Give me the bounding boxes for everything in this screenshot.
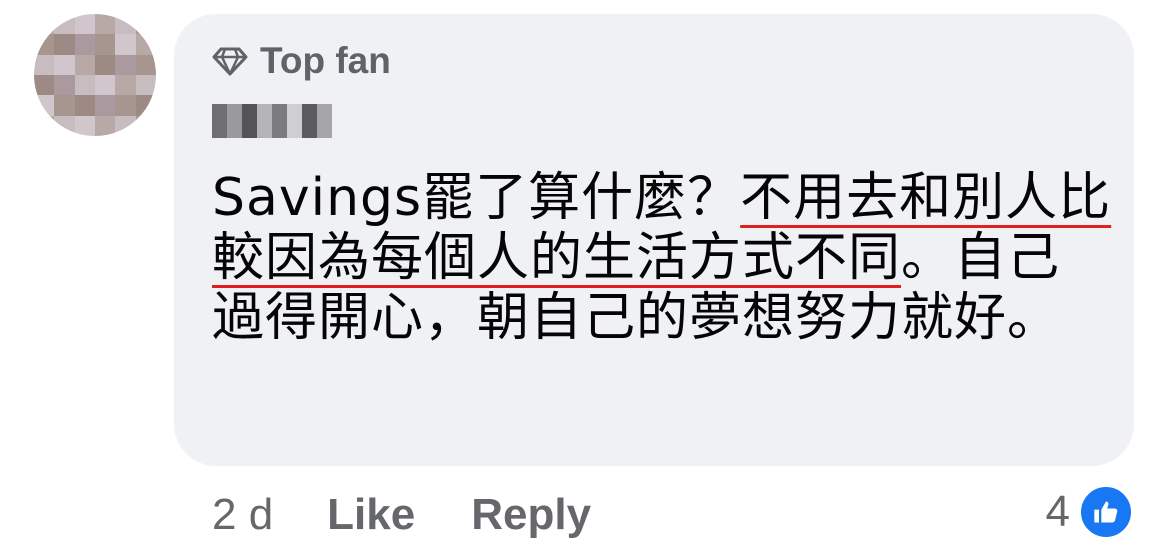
top-fan-badge: Top fan	[212, 40, 391, 82]
reaction-count: 4	[1045, 487, 1070, 536]
reaction-summary[interactable]: 4	[1046, 484, 1134, 540]
timestamp[interactable]: 2 d	[212, 490, 273, 540]
comment-text: Savings罷了算什麼？不用去和別人比較因為每個人的生活方式不同。自己過得開心…	[212, 168, 1112, 348]
thumbs-up-icon	[1078, 484, 1134, 540]
diamond-icon	[212, 46, 248, 76]
badge-label: Top fan	[260, 40, 391, 81]
comment-text-part-1: Savings罷了算什麼？	[212, 168, 741, 228]
author-name-blurred[interactable]	[212, 104, 332, 138]
comment-actions: 2 d Like Reply	[212, 490, 647, 540]
avatar[interactable]	[34, 14, 156, 136]
like-button[interactable]: Like	[327, 490, 415, 540]
reply-button[interactable]: Reply	[471, 490, 591, 540]
